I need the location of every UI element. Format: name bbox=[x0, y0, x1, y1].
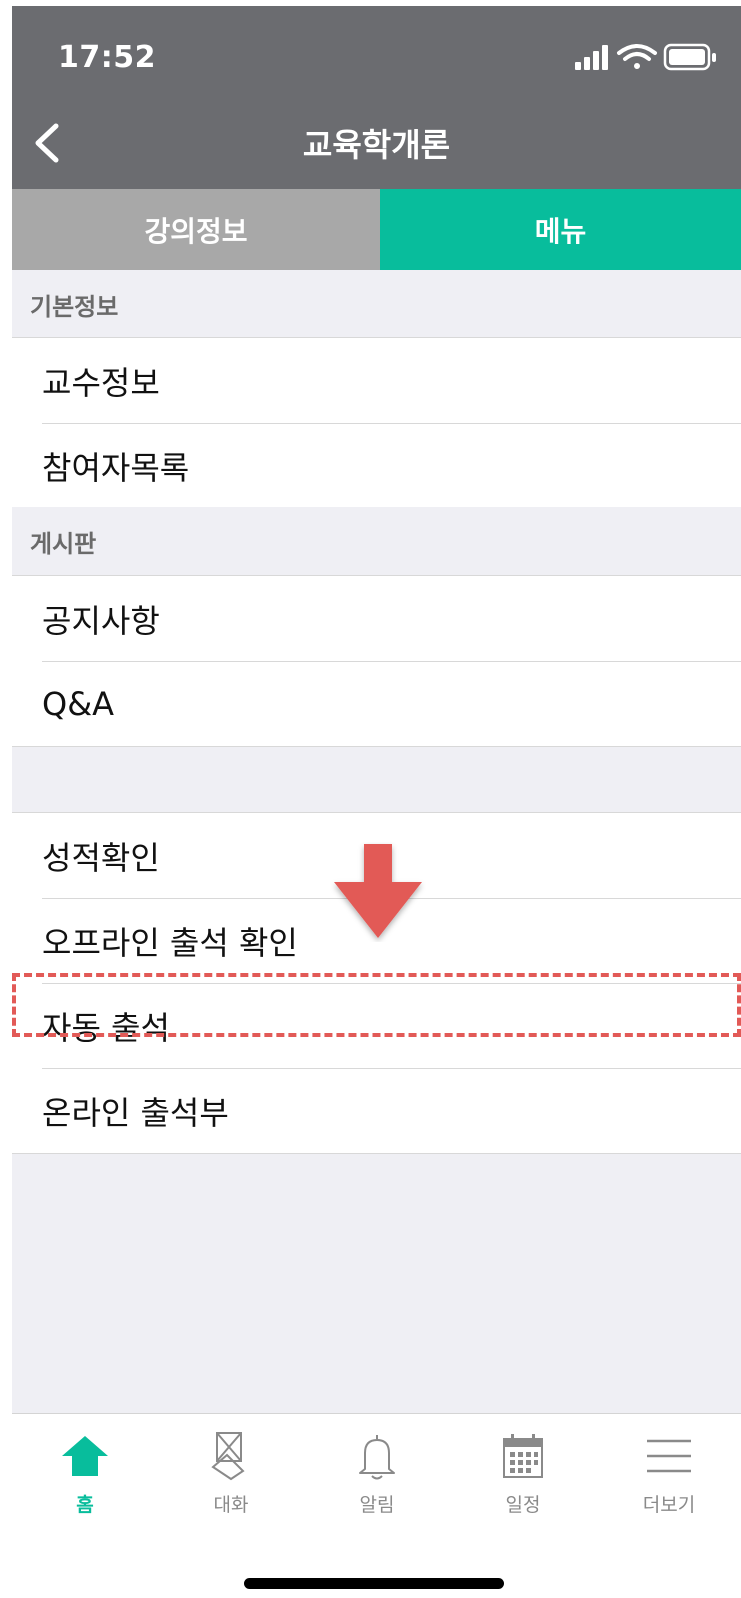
tabbar-label-alerts: 알림 bbox=[359, 1494, 395, 1516]
menu-icon bbox=[647, 1439, 691, 1473]
tabbar-label-more: 더보기 bbox=[642, 1494, 696, 1516]
highlight-box bbox=[12, 973, 741, 1037]
tabbar-item-chat[interactable]: 대화 bbox=[158, 1428, 304, 1517]
tab-course-info[interactable]: 강의정보 bbox=[12, 189, 380, 270]
menu-item-notices[interactable]: 공지사항 bbox=[12, 576, 741, 661]
tabbar-item-schedule[interactable]: 일정 bbox=[450, 1428, 596, 1517]
battery-icon bbox=[663, 43, 716, 71]
phone-screen: 17:52 교육학개론 강의정보 메뉴 기본정보 교수정보 참여자목록 게시판 … bbox=[12, 6, 741, 1598]
home-indicator bbox=[244, 1578, 504, 1589]
menu-item-participants[interactable]: 참여자목록 bbox=[12, 423, 741, 508]
tab-menu[interactable]: 메뉴 bbox=[380, 189, 741, 270]
tabbar-label-home: 홈 bbox=[76, 1494, 94, 1516]
segment-tabs: 강의정보 메뉴 bbox=[12, 189, 741, 270]
calendar-icon bbox=[503, 1434, 543, 1478]
section-header-basic-info: 기본정보 bbox=[12, 270, 741, 338]
tabbar-label-chat: 대화 bbox=[213, 1494, 249, 1516]
status-time: 17:52 bbox=[58, 40, 156, 75]
app-frame: 17:52 교육학개론 강의정보 메뉴 기본정보 교수정보 참여자목록 게시판 … bbox=[0, 0, 741, 1598]
top-bar: 17:52 교육학개론 bbox=[12, 6, 741, 189]
wifi-icon bbox=[617, 44, 657, 69]
menu-item-professor-info[interactable]: 교수정보 bbox=[12, 338, 741, 423]
bottom-tab-bar: 홈 대화 알림 일정 더보기 bbox=[12, 1413, 741, 1598]
tabbar-item-alerts[interactable]: 알림 bbox=[304, 1428, 450, 1517]
tabbar-item-more[interactable]: 더보기 bbox=[596, 1428, 741, 1517]
signal-icon bbox=[575, 45, 608, 70]
chat-icon bbox=[211, 1432, 245, 1481]
menu-item-qna[interactable]: Q&A bbox=[12, 661, 741, 746]
arrow-down-icon bbox=[334, 844, 422, 938]
menu-group-board: 공지사항 Q&A bbox=[12, 575, 741, 747]
page-title: 교육학개론 bbox=[302, 126, 451, 164]
menu-item-online-attendance-book[interactable]: 온라인 출석부 bbox=[12, 1068, 741, 1153]
tabbar-label-schedule: 일정 bbox=[505, 1494, 541, 1516]
bell-icon bbox=[359, 1435, 395, 1480]
status-icons bbox=[575, 43, 716, 71]
menu-group-basic-info: 교수정보 참여자목록 bbox=[12, 337, 741, 509]
tabbar-item-home[interactable]: 홈 bbox=[12, 1428, 158, 1517]
home-icon bbox=[62, 1436, 108, 1476]
section-header-board: 게시판 bbox=[12, 507, 741, 575]
